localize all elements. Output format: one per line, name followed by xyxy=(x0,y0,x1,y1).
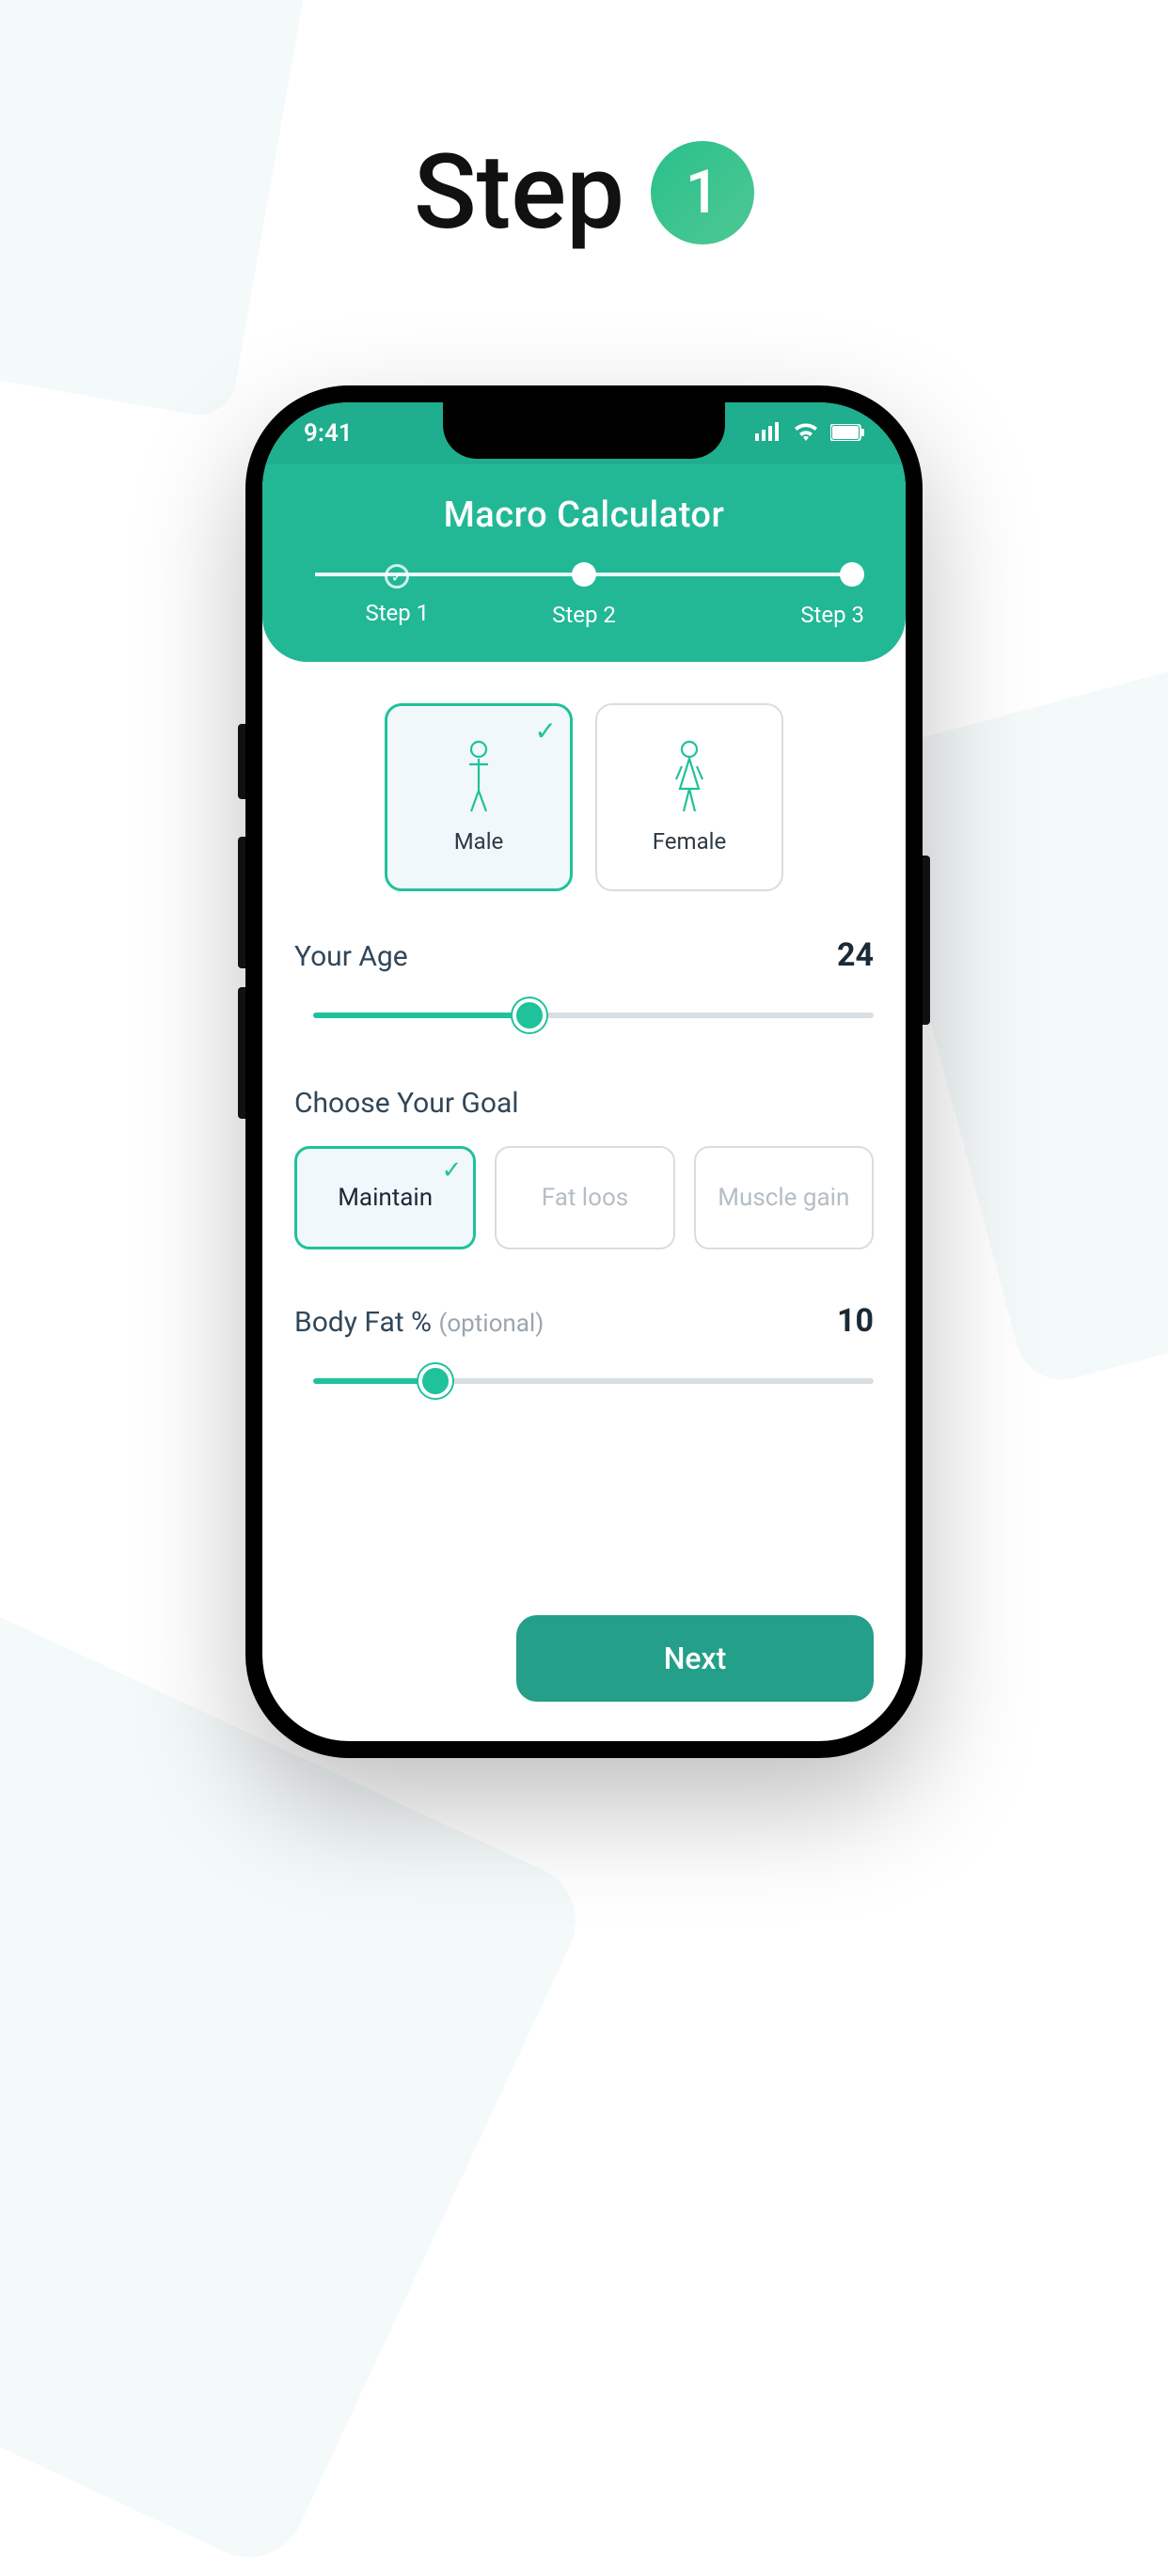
step-label-3: Step 3 xyxy=(677,602,864,628)
signal-icon xyxy=(755,419,781,448)
gender-label-female: Female xyxy=(653,828,726,855)
age-slider[interactable] xyxy=(294,997,874,1034)
goal-option-fatloss[interactable]: Fat loos xyxy=(495,1146,674,1249)
form-content: ✓ Male Female Your Age 24 xyxy=(262,662,906,1400)
next-button-label: Next xyxy=(664,1641,727,1676)
next-button[interactable]: Next xyxy=(516,1615,874,1702)
age-value: 24 xyxy=(837,936,874,974)
male-icon xyxy=(455,740,502,815)
gender-option-male[interactable]: ✓ Male xyxy=(385,703,573,891)
battery-icon xyxy=(830,419,864,448)
bodyfat-label: Body Fat % (optional) xyxy=(294,1306,544,1339)
goal-label: Muscle gain xyxy=(718,1184,849,1212)
gender-option-female[interactable]: Female xyxy=(595,703,783,891)
goal-option-musclegain[interactable]: Muscle gain xyxy=(694,1146,874,1249)
step-dot-1: ✓ xyxy=(385,564,409,589)
step-label-2: Step 2 xyxy=(491,602,678,628)
wifi-icon xyxy=(793,419,819,448)
step-dot-3 xyxy=(840,562,864,587)
goal-option-maintain[interactable]: ✓ Maintain xyxy=(294,1146,476,1249)
step-word: Step xyxy=(414,132,624,253)
app-title: Macro Calculator xyxy=(262,464,906,562)
bodyfat-value: 10 xyxy=(837,1302,874,1340)
bodyfat-slider[interactable] xyxy=(294,1362,874,1400)
status-time: 9:41 xyxy=(304,419,353,448)
check-icon: ✓ xyxy=(535,715,557,746)
goal-label: Maintain xyxy=(338,1184,433,1212)
goal-label: Fat loos xyxy=(542,1184,628,1212)
step-number-badge: 1 xyxy=(651,141,754,244)
gender-label-male: Male xyxy=(454,828,504,855)
step-label-1: Step 1 xyxy=(304,600,491,626)
check-icon: ✓ xyxy=(442,1156,463,1185)
female-icon xyxy=(666,740,713,815)
page-step-heading: Step 1 xyxy=(0,132,1168,253)
phone-frame: 9:41 Macro Calculator ✓ xyxy=(245,385,923,1758)
phone-screen: 9:41 Macro Calculator ✓ xyxy=(262,402,906,1741)
step-dot-2 xyxy=(572,562,596,587)
goal-title: Choose Your Goal xyxy=(294,1087,874,1120)
age-label: Your Age xyxy=(294,940,408,973)
progress-stepper: ✓ Step 1 Step 2 Step 3 xyxy=(262,562,906,628)
